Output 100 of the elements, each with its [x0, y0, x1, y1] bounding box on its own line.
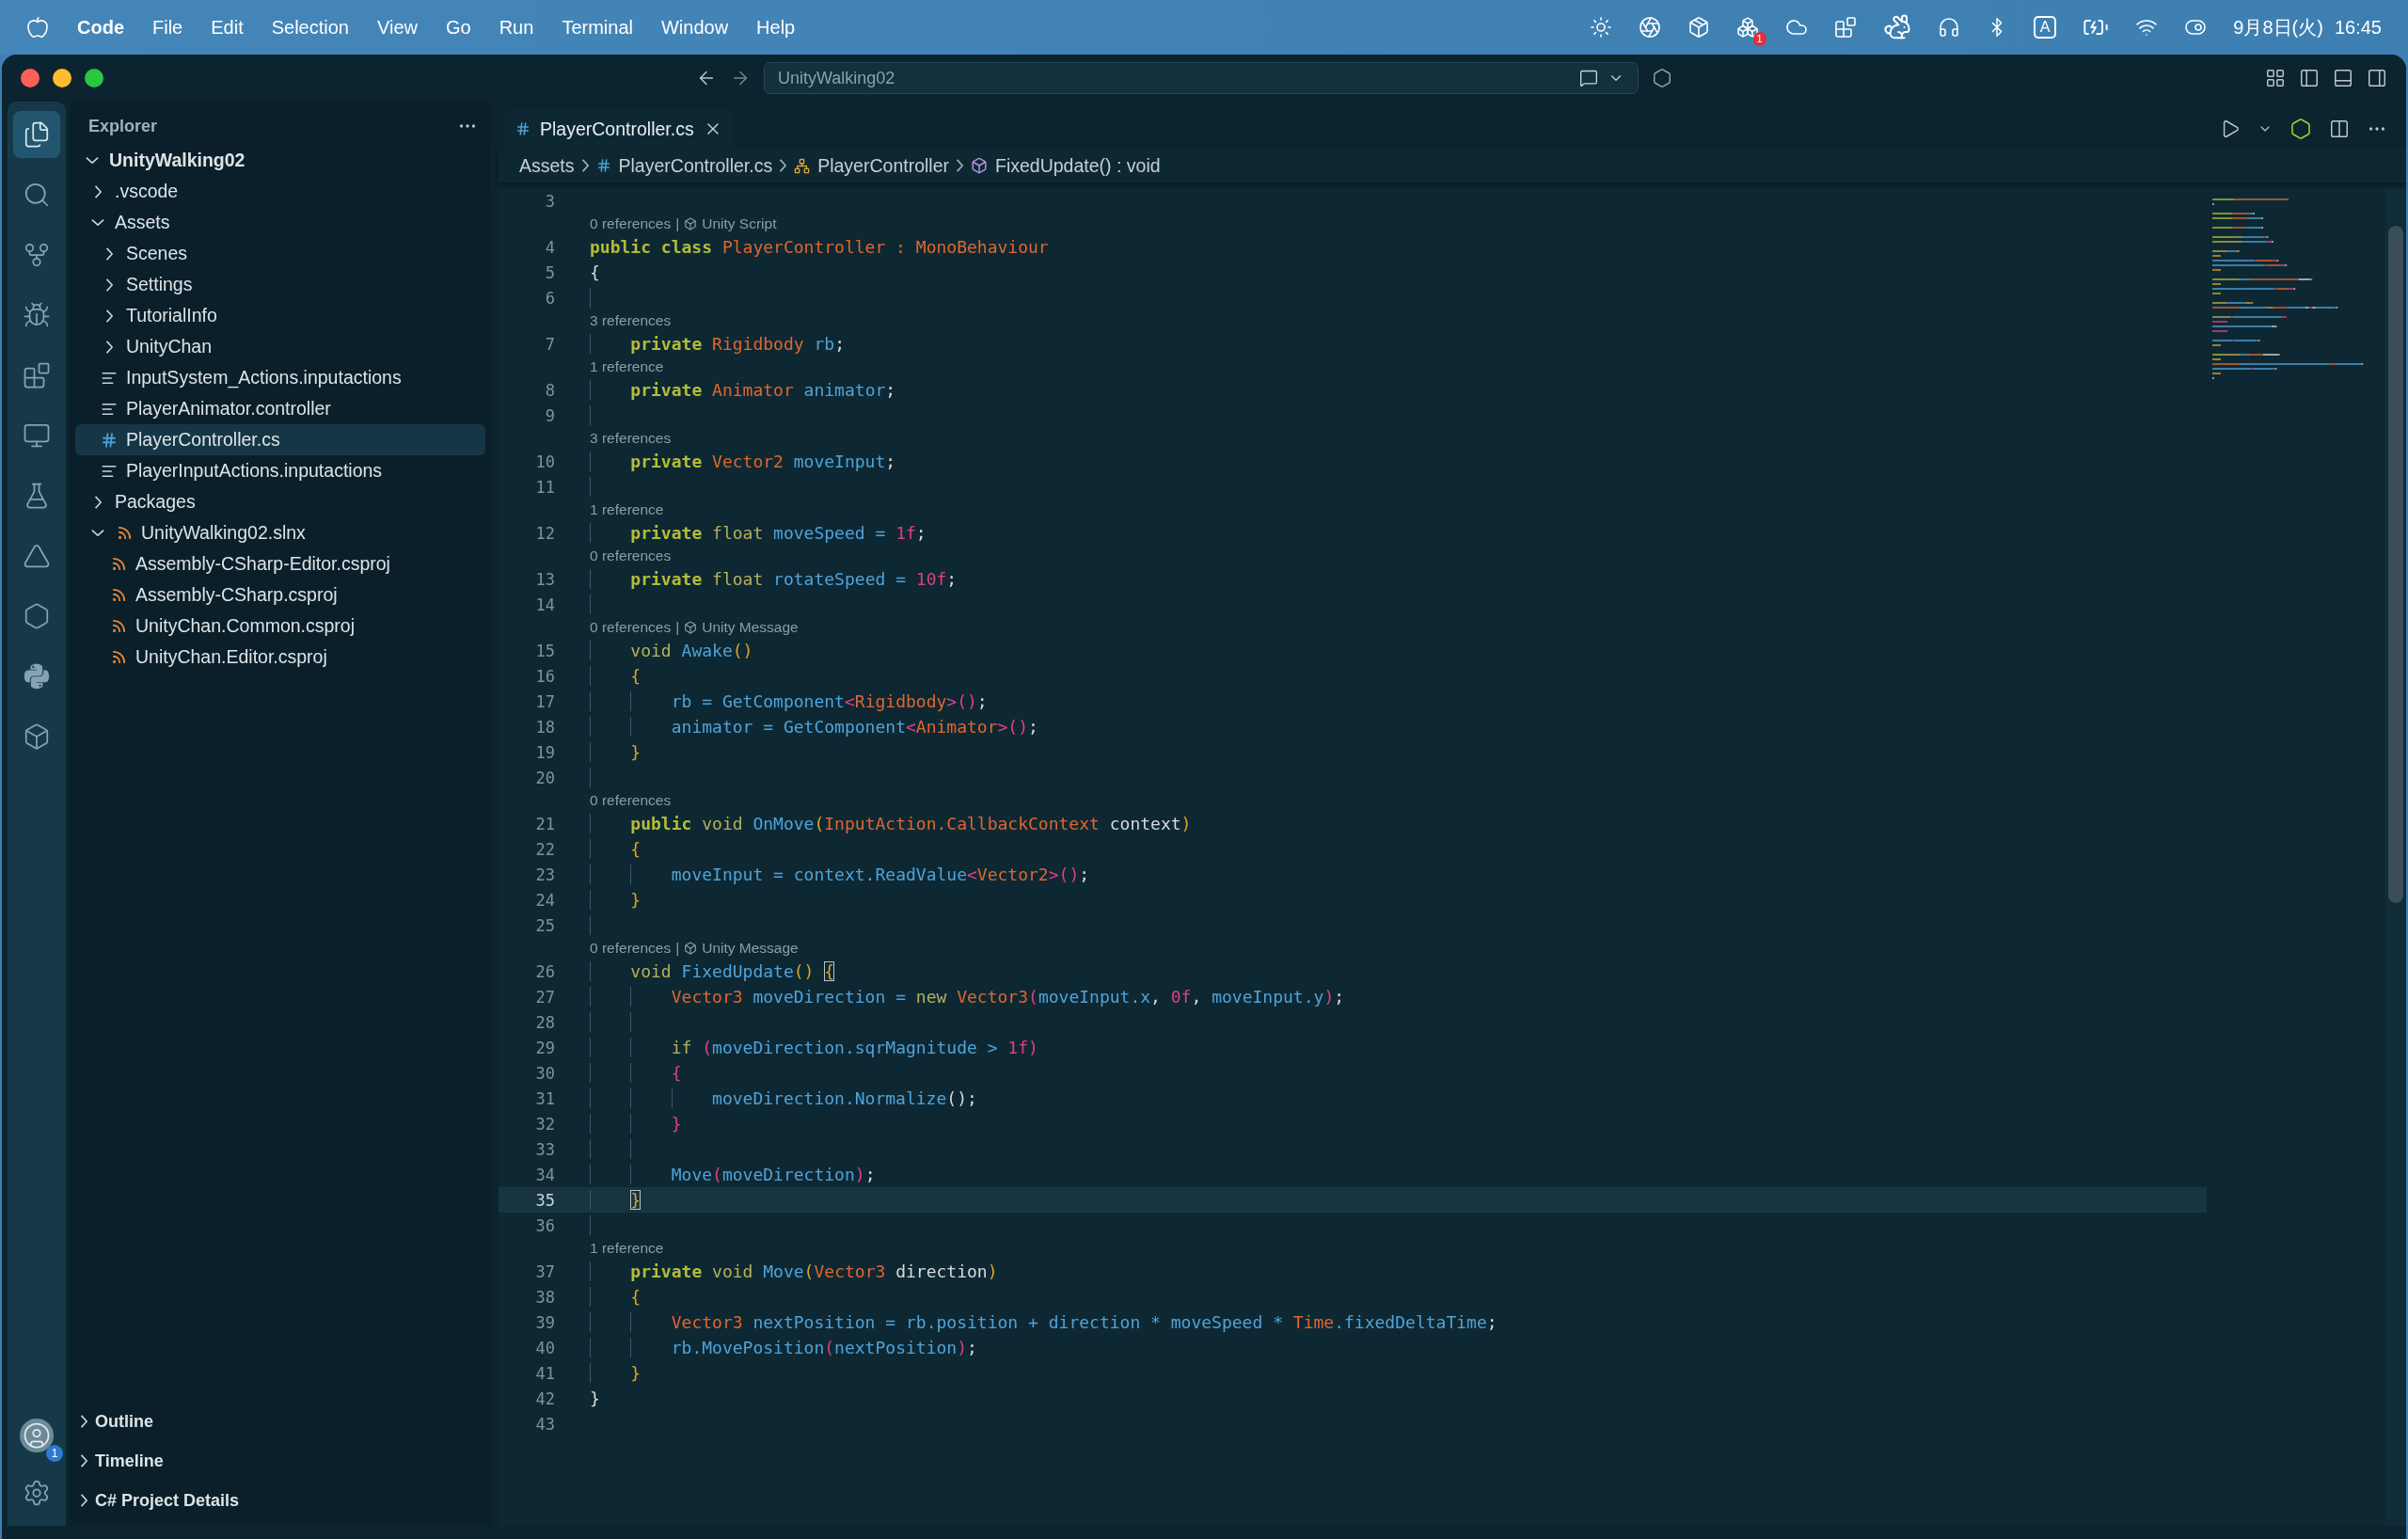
code-lens[interactable]: 0 references | Unity Message	[590, 940, 799, 957]
tree-item[interactable]: UnityChan.Common.csproj	[75, 611, 485, 642]
aperture-icon[interactable]	[1638, 16, 1661, 39]
keyword: private	[630, 334, 704, 354]
line-number: 13	[534, 569, 555, 589]
tree-item-label: TutorialInfo	[126, 305, 217, 326]
tree-item[interactable]: PlayerAnimator.controller	[75, 393, 485, 424]
line-number: 19	[534, 742, 555, 762]
tree-item[interactable]: PlayerController.cs	[75, 424, 485, 455]
chat-icon[interactable]	[1579, 69, 1598, 87]
sidebar-section-header[interactable]: Outline	[70, 1402, 491, 1441]
blocks-icon[interactable]	[1833, 16, 1857, 39]
activity-bar-button[interactable]	[13, 111, 60, 158]
code-text: ;	[885, 452, 896, 471]
chevron-right-icon	[94, 495, 102, 509]
tree-item-label: Settings	[126, 274, 193, 295]
breadcrumb-item[interactable]: PlayerController	[817, 154, 949, 177]
keyword: void	[702, 814, 744, 833]
identifier: .fixedDeltaTime	[1334, 1312, 1487, 1332]
menu-item[interactable]: View	[377, 16, 418, 39]
identifier: rotateSpeed	[773, 569, 886, 589]
hexagon-icon[interactable]	[1652, 68, 1672, 88]
menu-item[interactable]: Help	[756, 16, 796, 39]
chevron-right-icon	[780, 159, 787, 172]
menu-item[interactable]: File	[152, 16, 183, 39]
chevron-right-icon	[81, 1415, 87, 1428]
layout-icon[interactable]	[2265, 68, 2286, 88]
tree-item[interactable]: Settings	[75, 269, 485, 300]
tree-item[interactable]: UnityChan	[75, 331, 485, 362]
input-mode-indicator[interactable]: A	[2033, 16, 2057, 39]
menu-item[interactable]: Edit	[211, 16, 244, 39]
panel-right-icon[interactable]	[2367, 68, 2387, 88]
boxes-icon[interactable]	[1735, 16, 1759, 39]
line-number: 20	[534, 768, 555, 787]
panel-bottom-icon[interactable]	[2333, 68, 2353, 88]
line-number: 21	[534, 814, 555, 833]
code-lens[interactable]: 0 references | Unity Message	[590, 619, 799, 636]
menu-item[interactable]: Terminal	[562, 16, 633, 39]
maximize-window-button[interactable]	[85, 69, 103, 87]
clock-time[interactable]: 16:45	[2334, 16, 2382, 39]
breadcrumb-item[interactable]: Assets	[519, 154, 575, 177]
bracket: )	[1323, 987, 1335, 1007]
command-center-search[interactable]: UnityWalking02	[764, 62, 1639, 94]
bug-icon	[23, 301, 51, 329]
menu-item[interactable]: Window	[660, 16, 729, 39]
tree-item[interactable]: Assets	[75, 207, 485, 238]
account-avatar[interactable]	[20, 1419, 54, 1452]
tree-item[interactable]: UnityWalking02	[75, 145, 485, 176]
tree-item[interactable]: PlayerInputActions.inputactions	[75, 455, 485, 486]
earbuds-icon[interactable]	[1937, 16, 1960, 39]
tree-item[interactable]: Assembly-CSharp-Editor.csproj	[75, 548, 485, 579]
menu-item[interactable]: Run	[499, 16, 534, 39]
app-menu[interactable]: Code	[77, 16, 124, 39]
code-text: ;	[1334, 987, 1345, 1007]
code-lens[interactable]: 3 references	[590, 430, 672, 447]
menu-item[interactable]: Selection	[271, 16, 349, 39]
code-text: ;	[946, 569, 958, 589]
tree-item[interactable]: InputSystem_Actions.inputactions	[75, 362, 485, 393]
apple-icon[interactable]	[26, 16, 49, 39]
sidebar-section-header[interactable]: Timeline	[70, 1441, 491, 1481]
tree-item[interactable]: Scenes	[75, 238, 485, 269]
code-lens[interactable]: 1 reference	[590, 1240, 664, 1257]
tree-item[interactable]: .vscode	[75, 176, 485, 207]
tree-item[interactable]: UnityChan.Editor.csproj	[75, 642, 485, 673]
line-number: 23	[534, 865, 555, 884]
identifier: rb	[671, 691, 692, 711]
menu-item[interactable]: Go	[446, 16, 471, 39]
split-editor-icon[interactable]	[2329, 119, 2350, 139]
identifier: Move	[763, 1261, 804, 1281]
keyword: public	[630, 814, 693, 833]
tree-item-label: UnityChan.Common.csproj	[135, 615, 355, 637]
tree-item-label: .vscode	[115, 181, 179, 202]
clock-date[interactable]: 9月8日(火)	[2233, 14, 2323, 40]
tree-item[interactable]: TutorialInfo	[75, 300, 485, 331]
code-lens[interactable]: 3 references	[590, 312, 672, 329]
code-lens[interactable]: 1 reference	[590, 501, 664, 518]
tree-item[interactable]: Assembly-CSharp.csproj	[75, 579, 485, 611]
tree-item-label: UnityWalking02	[109, 150, 246, 171]
monitor-icon	[23, 421, 51, 450]
hexagon-icon[interactable]	[2289, 118, 2312, 140]
editor-tab[interactable]: PlayerController.cs	[504, 109, 734, 149]
animal-icon[interactable]	[1882, 13, 1911, 41]
breadcrumb-item[interactable]: PlayerController.cs	[618, 154, 773, 177]
code-lens[interactable]: 0 references | Unity Script	[590, 215, 777, 232]
tree-item-label: PlayerController.cs	[126, 429, 280, 451]
breadcrumb-item[interactable]: FixedUpdate() : void	[995, 154, 1161, 177]
code-lens[interactable]: 0 references	[590, 792, 672, 809]
scrollbar-thumb[interactable]	[2388, 226, 2403, 903]
cube-icon[interactable]	[1687, 16, 1710, 39]
operator: =	[762, 717, 775, 737]
code-lens[interactable]: 1 reference	[590, 358, 664, 375]
close-window-button[interactable]	[21, 69, 40, 87]
bracket: (	[702, 1038, 713, 1057]
sun-icon[interactable]	[1589, 16, 1612, 39]
panel-left-icon[interactable]	[2299, 68, 2320, 88]
code-lens[interactable]: 0 references	[590, 547, 672, 564]
sidebar-section-header[interactable]: C# Project Details	[70, 1481, 491, 1520]
minimize-window-button[interactable]	[53, 69, 71, 87]
tree-item[interactable]: Packages	[75, 486, 485, 517]
tree-item[interactable]: UnityWalking02.slnx	[75, 517, 485, 548]
